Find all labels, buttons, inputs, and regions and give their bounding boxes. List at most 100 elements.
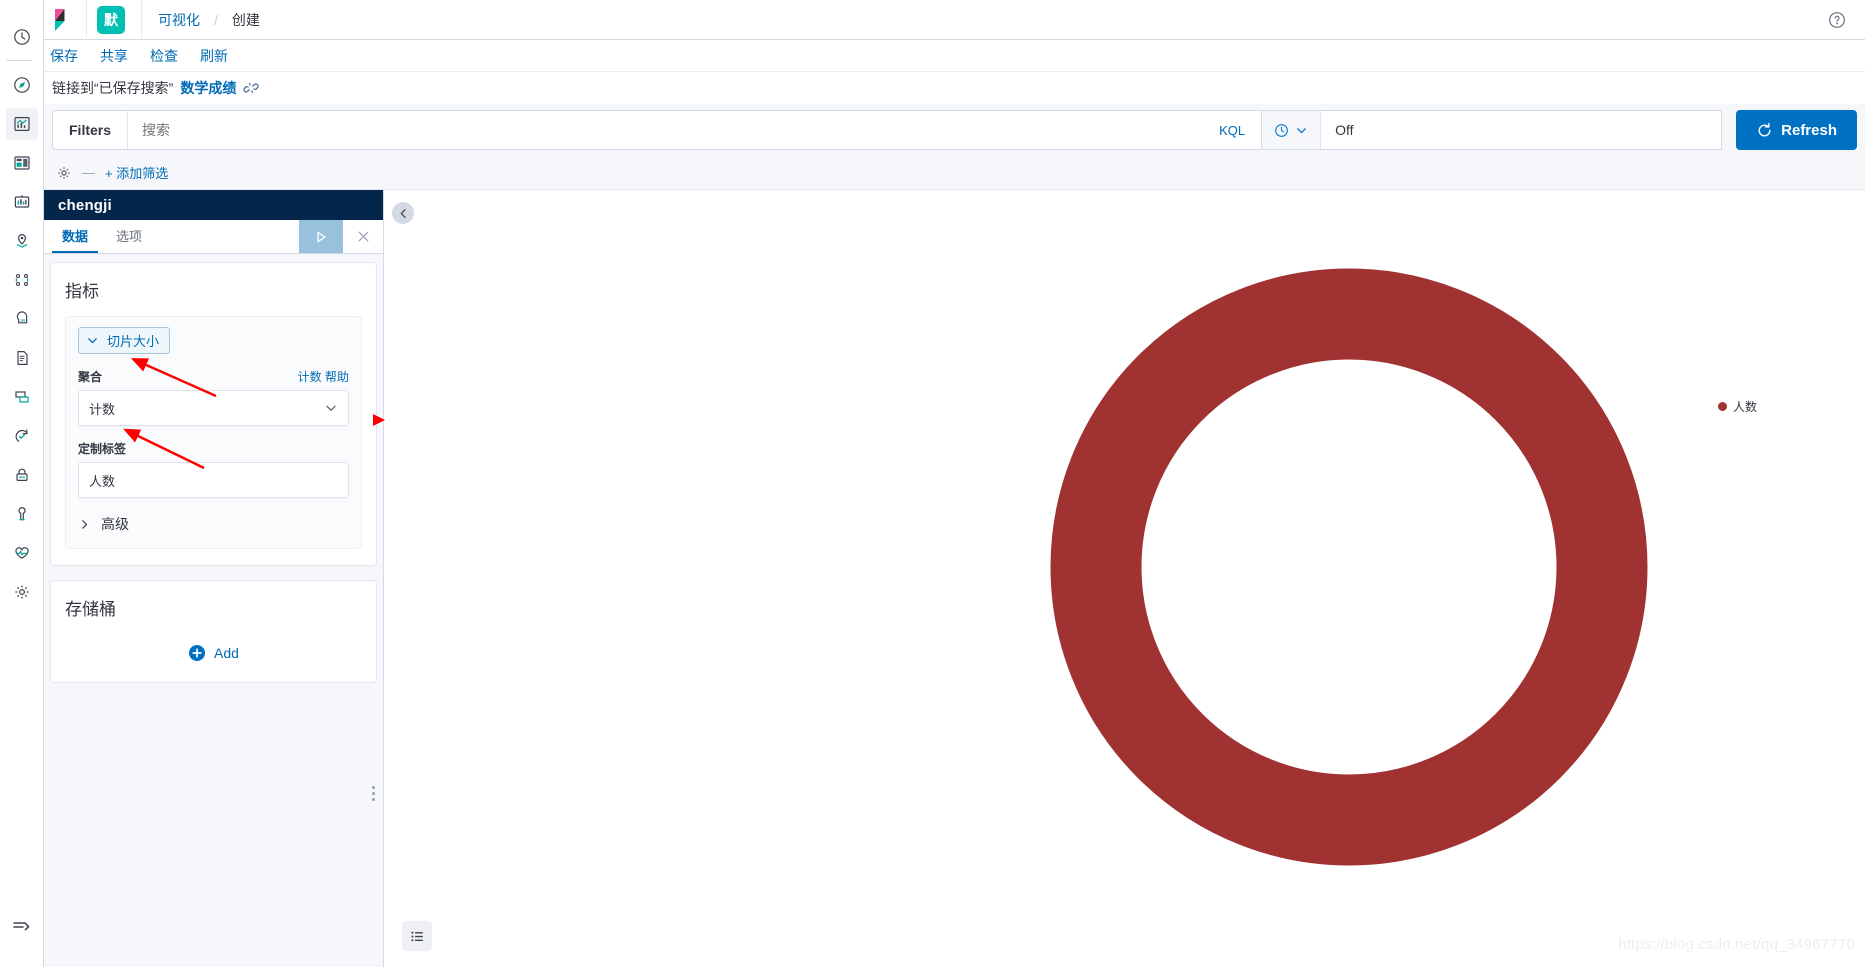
- chevron-down-icon: [1295, 124, 1308, 137]
- editor-and-chart: chengji 数据 选项 指标 切片大小 聚合 计数 帮助 计数 定制标签 人…: [44, 190, 1865, 967]
- visualize-chart-icon[interactable]: [5, 108, 38, 140]
- aggregation-row: 聚合 计数 帮助: [78, 368, 349, 385]
- rail-divider: [5, 60, 32, 61]
- rail-top-group: [5, 0, 38, 615]
- uptime-icon[interactable]: [6, 420, 38, 452]
- gear-icon[interactable]: [56, 165, 72, 181]
- maps-pin-icon[interactable]: [6, 225, 38, 257]
- time-picker-quick-menu[interactable]: [1262, 111, 1322, 149]
- slice-size-accordion-button[interactable]: 切片大小: [78, 327, 171, 354]
- monitoring-heartbeat-icon[interactable]: [6, 537, 38, 569]
- aggregation-label: 聚合: [78, 370, 103, 384]
- close-x-icon: [356, 229, 371, 244]
- metrics-card: 指标 切片大小 聚合 计数 帮助 计数 定制标签 人数 高级: [50, 262, 377, 566]
- editor-scroll-area: 指标 切片大小 聚合 计数 帮助 计数 定制标签 人数 高级 存储桶 Add: [44, 254, 383, 967]
- chevron-left-icon[interactable]: [392, 202, 414, 224]
- app-action-menu: 保存 共享 检查 刷新: [44, 40, 1865, 72]
- apply-changes-button[interactable]: [299, 220, 343, 253]
- legend-label: 人数: [1732, 400, 1757, 414]
- kql-toggle[interactable]: KQL: [1203, 123, 1261, 138]
- header-right-group: [1821, 0, 1865, 43]
- filter-bar: — + 添加筛选: [44, 156, 1865, 190]
- buckets-card: 存储桶 Add: [50, 580, 377, 683]
- collapse-arrow-icon[interactable]: [6, 910, 38, 942]
- broken-link-icon[interactable]: [243, 80, 259, 96]
- add-filter-button[interactable]: + 添加筛选: [105, 163, 168, 182]
- donut-chart[interactable]: [999, 217, 1699, 922]
- add-bucket-label: Add: [214, 645, 239, 661]
- slice-size-label: 切片大小: [107, 334, 160, 349]
- refresh-interval-value[interactable]: Off: [1321, 122, 1353, 138]
- advanced-accordion-button[interactable]: 高级: [78, 514, 349, 534]
- query-bar: Filters KQL Off: [44, 104, 1865, 156]
- inspect-button[interactable]: 检查: [150, 46, 178, 66]
- chart-legend[interactable]: 人数: [1717, 398, 1757, 415]
- share-button[interactable]: 共享: [100, 46, 128, 66]
- vis-editor-tabs: 数据 选项: [44, 220, 383, 254]
- logs-document-icon[interactable]: [6, 342, 38, 374]
- dashboard-icon[interactable]: [6, 147, 38, 179]
- chevron-down-icon: [324, 401, 338, 415]
- help-circle-icon[interactable]: [1821, 4, 1853, 36]
- machine-learning-icon[interactable]: [6, 303, 38, 335]
- discover-compass-icon[interactable]: [6, 69, 38, 101]
- linked-search-text: 链接到“已保存搜索”: [52, 80, 174, 96]
- management-gear-icon[interactable]: [6, 576, 38, 608]
- chevron-down-icon: [86, 334, 99, 347]
- canvas-icon[interactable]: [6, 186, 38, 218]
- plus-circle-icon: [188, 644, 206, 662]
- search-input[interactable]: [128, 122, 1204, 138]
- breadcrumb-separator: /: [214, 11, 218, 28]
- filter-separator: —: [82, 165, 95, 180]
- clock-icon: [1274, 123, 1289, 138]
- global-header: 默 可视化 / 创建: [44, 0, 1865, 40]
- advanced-label: 高级: [101, 516, 129, 532]
- aggregation-select[interactable]: 计数: [78, 390, 349, 426]
- security-lock-icon[interactable]: [6, 459, 38, 491]
- refresh-action-button[interactable]: 刷新: [200, 46, 228, 66]
- space-badge[interactable]: 默: [97, 5, 125, 34]
- header-divider-2: [141, 0, 142, 40]
- custom-label-row: 定制标签: [78, 440, 349, 457]
- buckets-heading: 存储桶: [65, 600, 116, 619]
- custom-label-label: 定制标签: [78, 442, 127, 456]
- panel-drag-handle[interactable]: [372, 786, 375, 801]
- save-button[interactable]: 保存: [50, 46, 78, 66]
- visualization-canvas: 人数 https://blog.csdn.net/qq_34967770: [384, 190, 1865, 967]
- breadcrumb-visualize[interactable]: 可视化: [158, 10, 200, 30]
- legend-color-dot: [1717, 402, 1727, 411]
- editor-tab-actions: [299, 220, 383, 253]
- vis-editor-panel: chengji 数据 选项 指标 切片大小 聚合 计数 帮助 计数 定制标签 人…: [44, 190, 384, 967]
- linked-search-name[interactable]: 数学成绩: [180, 78, 236, 98]
- global-nav-rail: [0, 0, 44, 967]
- kibana-logo[interactable]: [48, 8, 82, 32]
- filters-label: Filters: [53, 111, 129, 149]
- refresh-button-label: Refresh: [1781, 121, 1837, 139]
- metrics-heading: 指标: [65, 282, 99, 301]
- aggregation-help-link[interactable]: 计数 帮助: [298, 368, 349, 385]
- recently-viewed-clock-icon[interactable]: [6, 21, 38, 53]
- refresh-icon: [1756, 122, 1773, 139]
- dev-tools-wrench-icon[interactable]: [6, 498, 38, 530]
- breadcrumb-create[interactable]: 创建: [232, 10, 260, 30]
- header-divider: [86, 0, 87, 40]
- main-region: 默 可视化 / 创建 保存 共享 检查 刷新 链接到“已保存搜索” 数学成绩 F…: [44, 0, 1865, 967]
- metrics-icon[interactable]: [6, 381, 38, 413]
- rail-collapse-group: [0, 903, 44, 949]
- search-field-group: Filters KQL: [52, 110, 1263, 150]
- slice-size-agg-group: 切片大小 聚合 计数 帮助 计数 定制标签 人数 高级: [65, 316, 362, 549]
- tab-data[interactable]: 数据: [52, 220, 99, 253]
- refresh-button[interactable]: Refresh: [1736, 110, 1857, 150]
- aggregation-value: 计数: [89, 401, 116, 417]
- data-table-icon[interactable]: [402, 921, 432, 951]
- watermark: https://blog.csdn.net/qq_34967770: [1618, 936, 1855, 953]
- graph-icon[interactable]: [6, 264, 38, 296]
- discard-changes-button[interactable]: [343, 220, 383, 253]
- time-picker: Off: [1262, 110, 1723, 150]
- add-bucket-button[interactable]: Add: [65, 634, 362, 666]
- custom-label-input[interactable]: [78, 462, 349, 498]
- linked-saved-search-row: 链接到“已保存搜索” 数学成绩: [44, 72, 1865, 104]
- vis-editor-title: chengji: [44, 190, 383, 220]
- play-apply-icon: [313, 229, 329, 245]
- tab-options[interactable]: 选项: [106, 220, 152, 253]
